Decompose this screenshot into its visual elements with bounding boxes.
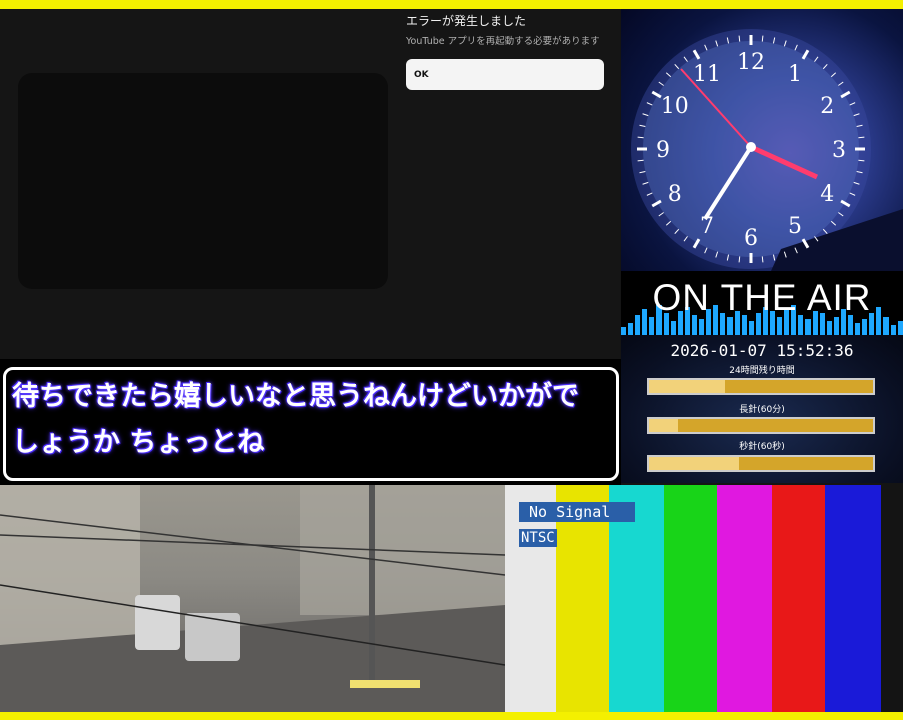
- clock-numeral: 12: [737, 50, 765, 75]
- on-air-text: ON THE AIR: [652, 277, 872, 318]
- analog-clock-panel: 12 1 2 3 4 5 6 7 8 9 10 11: [621, 9, 903, 271]
- color-bar: [664, 485, 717, 712]
- clock-numeral: 3: [832, 138, 846, 163]
- color-bar: [717, 485, 772, 712]
- color-bar: [881, 485, 903, 712]
- bar-second: [647, 455, 875, 472]
- clock-numeral: 2: [820, 94, 834, 119]
- clock-numeral: 11: [693, 62, 721, 87]
- error-message: YouTube アプリを再起動する必要があります: [406, 36, 600, 47]
- color-bar: [825, 485, 881, 712]
- clock-numeral: 9: [656, 138, 670, 163]
- ok-button[interactable]: OK: [406, 59, 604, 90]
- street-camera-feed: [0, 485, 505, 712]
- color-bar: [772, 485, 825, 712]
- label-24h: 24時間残り時間: [729, 366, 795, 376]
- error-title: エラーが発生しました: [406, 14, 527, 28]
- subtitle-line-1: 待ちできたら嬉しいなと思うねんけどいかがで: [12, 381, 579, 412]
- van: [135, 595, 180, 650]
- on-air-panel: ON THE AIR: [621, 271, 903, 335]
- no-signal-label: No Signal: [519, 502, 635, 522]
- clock-numeral: 8: [668, 182, 682, 207]
- clock-numeral: 6: [744, 226, 758, 251]
- ntsc-label: NTSC: [519, 529, 557, 547]
- label-second: 秒針(60秒): [739, 442, 785, 452]
- bar-24h: [647, 378, 875, 395]
- clock-numeral: 4: [820, 182, 834, 207]
- car: [185, 613, 240, 661]
- clock-numeral: 5: [788, 214, 802, 239]
- datetime: 2026-01-07 15:52:36: [670, 341, 854, 360]
- subtitle-line-2: しょうか ちょっとね: [12, 427, 265, 458]
- clock-numeral: 1: [788, 62, 802, 87]
- clock-numeral: 10: [661, 94, 689, 119]
- clock-face: 12 1234567891011: [631, 29, 903, 271]
- label-minute: 長針(60分): [739, 405, 785, 415]
- video-placeholder: [18, 73, 388, 289]
- top-border: [0, 0, 903, 9]
- bar-minute: [647, 417, 875, 434]
- time-progress-panel: 2026-01-07 15:52:36 24時間残り時間 長針(60分) 秒針(…: [621, 335, 903, 483]
- bottom-border: [0, 712, 903, 720]
